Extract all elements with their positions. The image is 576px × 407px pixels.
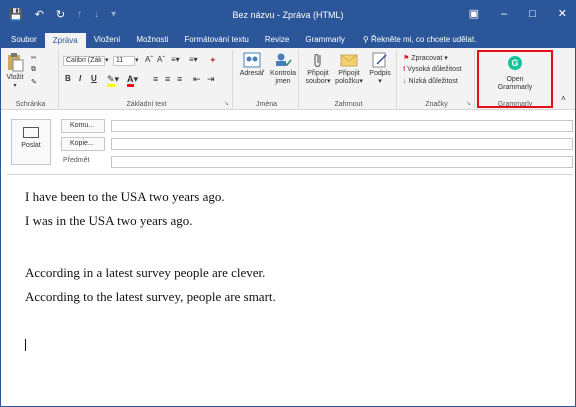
shrink-font-icon[interactable]: Aˇ [157,55,165,64]
align-left-icon[interactable]: ≡ [153,74,158,84]
maximize-button[interactable]: □ [529,8,536,20]
check-names-button[interactable]: Kontrola jmen [267,52,299,86]
cc-button[interactable]: Kopie... [61,137,105,151]
tell-me-box[interactable]: ⚲ Řekněte mi, co chcete udělat. [353,35,482,48]
outlook-message-window: 💾 ↶ ↻ ↑ ↓ ▾ Bez názvu - Zpráva (HTML) ▣ … [0,0,576,407]
to-field[interactable] [111,120,573,132]
flag-icon: ⚑ [403,55,410,62]
body-line: According in a latest survey people are … [25,265,266,280]
paste-icon [8,53,24,72]
format-painter-icon[interactable]: ✎ [31,78,37,86]
font-size-dropdown-icon[interactable]: ▾ [135,56,139,64]
low-importance-button[interactable]: ↓ Nízká důležitost [403,78,458,85]
grow-font-icon[interactable]: Aˆ [145,55,153,64]
tell-me-text: Řekněte mi, co chcete udělat. [371,35,477,44]
include-group-label: Zahrnout [334,101,363,108]
ribbon-display-options-icon[interactable]: ▣ [469,7,479,20]
basic-text-group-label: Základní text [126,101,167,108]
follow-up-button[interactable]: ⚑ Zpracovat ▾ [403,54,448,62]
italic-button[interactable]: I [79,74,81,83]
send-button[interactable]: Poslat [11,119,51,165]
grammarly-highlight-box [477,50,553,108]
lightbulb-icon: ⚲ [362,35,369,44]
signature-icon [372,52,387,68]
paste-button[interactable]: Vložit ▾ [3,52,27,90]
cut-icon[interactable]: ✂ [31,54,37,62]
attach-file-button[interactable]: Připojit soubor▾ [303,52,333,86]
bold-button[interactable]: B [65,74,71,83]
body-line: I have been to the USA two years ago. [25,189,225,204]
bullets-icon[interactable]: ≡▾ [171,55,180,64]
font-name-dropdown-icon[interactable]: ▾ [105,56,109,64]
low-importance-icon: ↓ [403,78,407,85]
group-tags: ⚑ Zpracovat ▾ ! Vysoká důležitost ↓ Nízk… [399,50,475,108]
cc-field[interactable] [111,138,573,150]
font-size-select[interactable]: 11 [113,56,135,66]
tab-revize[interactable]: Revize [257,35,297,48]
message-header: Poslat Komu... Kopie... Předmět [7,115,573,172]
address-book-icon [243,52,261,68]
underline-button[interactable]: U [91,74,97,83]
subject-field[interactable] [111,156,573,168]
window-controls: ▣ – □ ✕ [469,7,567,21]
high-importance-icon: ! [403,66,406,73]
paperclip-icon [314,53,321,68]
clear-formatting-icon[interactable]: ✦ [209,55,217,66]
align-right-icon[interactable]: ≡ [177,74,182,84]
highlight-color-icon[interactable]: ✎▾ [107,74,119,87]
font-color-icon[interactable]: A▾ [127,74,138,87]
text-caret [25,339,26,351]
tab-formatovani-textu[interactable]: Formátování textu [176,35,256,48]
copy-icon[interactable]: ⧉ [31,66,36,74]
group-include: Připojit soubor▾ Připojit položku▾ Podpis ▾… [301,50,397,108]
paste-label: Vložit [6,74,24,81]
body-line: I was in the USA two years ago. [25,213,193,228]
close-button[interactable]: ✕ [558,7,567,20]
attach-item-button[interactable]: Připojit položku▾ [333,52,365,86]
increase-indent-icon[interactable]: ⇥ [207,74,215,85]
basic-text-launcher-icon[interactable]: ↘ [224,100,229,107]
font-name-select[interactable]: Calibri (Zák [63,56,105,66]
body-line: According to the latest survey, people a… [25,289,276,304]
to-button[interactable]: Komu... [61,119,105,133]
group-clipboard: Vložit ▾ ✂ ⧉ ✎ Schránka [3,50,59,108]
check-names-icon [276,53,292,67]
group-basic-text: Calibri (Zák ▾ 11 ▾ Aˆ Aˇ ≡▾ ≡▾ ✦ B I U … [61,50,233,108]
tab-vlozeni[interactable]: Vložení [86,35,129,48]
tab-zprava[interactable]: Zpráva [44,33,86,48]
group-names: Adresář Kontrola jmen Jména [235,50,299,108]
names-group-label: Jména [255,101,277,108]
envelope-item-icon [340,54,358,67]
tab-grammarly[interactable]: Grammarly [297,35,353,48]
tags-group-label: Značky [425,101,448,108]
tags-launcher-icon[interactable]: ↘ [466,100,471,107]
clipboard-group-label: Schránka [15,101,46,108]
high-importance-button[interactable]: ! Vysoká důležitost [403,66,462,73]
signature-button[interactable]: Podpis ▾ [365,52,395,86]
align-center-icon[interactable]: ≡ [165,74,170,84]
ribbon-tabs: Soubor Zpráva Vložení Možnosti Formátová… [1,31,575,48]
collapse-ribbon-icon[interactable]: ˄ [561,94,566,103]
message-body[interactable]: I have been to the USA two years ago. I … [7,174,573,406]
subject-label: Předmět [63,157,90,164]
numbering-icon[interactable]: ≡▾ [189,55,198,64]
tab-soubor[interactable]: Soubor [3,35,45,48]
decrease-indent-icon[interactable]: ⇤ [193,74,201,85]
tab-moznosti[interactable]: Možnosti [128,35,176,48]
address-book-button[interactable]: Adresář [237,52,267,78]
title-bar: 💾 ↶ ↻ ↑ ↓ ▾ Bez názvu - Zpráva (HTML) ▣ … [1,1,575,31]
minimize-button[interactable]: – [501,8,507,20]
ribbon: Vložit ▾ ✂ ⧉ ✎ Schránka Calibri (Zák ▾ 1… [1,48,575,110]
send-envelope-icon [23,127,39,138]
